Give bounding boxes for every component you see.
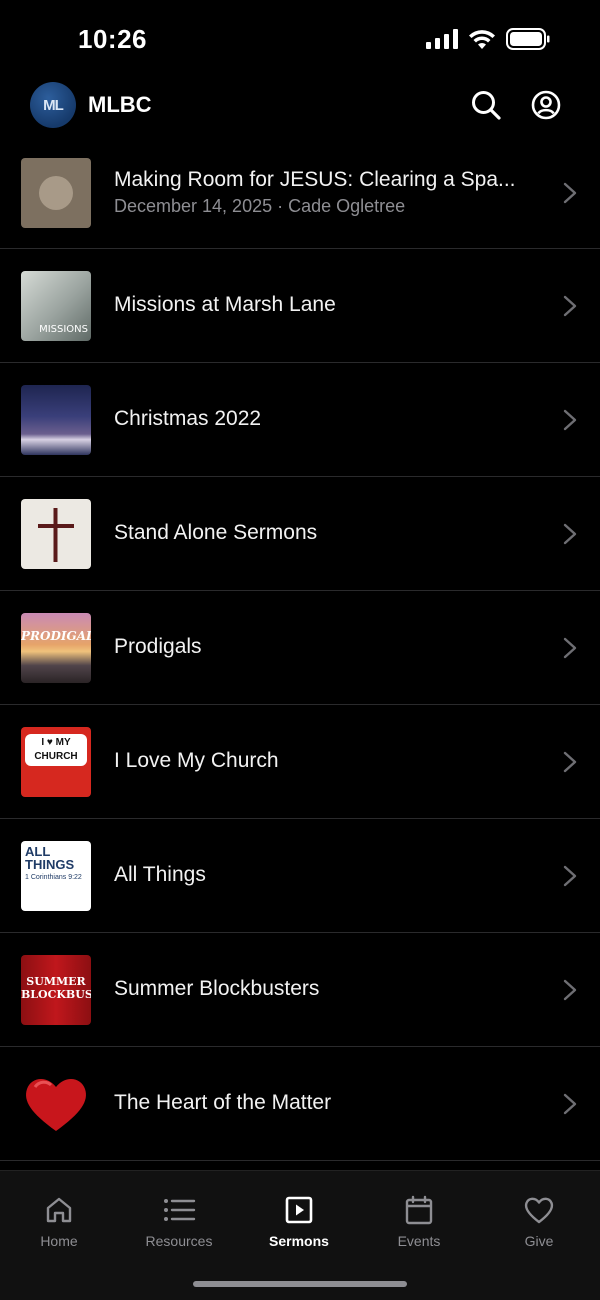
cellular-signal-icon	[426, 29, 458, 49]
chevron-right-icon	[563, 979, 577, 1001]
sermon-thumbnail	[21, 158, 91, 228]
list-item[interactable]: The Heart of the Matter	[0, 1047, 600, 1161]
home-indicator[interactable]	[193, 1281, 407, 1287]
list-icon	[164, 1199, 196, 1221]
list-item[interactable]: Stand Alone Sermons	[0, 477, 600, 591]
account-icon	[531, 90, 561, 120]
chevron-right-icon	[563, 751, 577, 773]
status-bar: 10:26	[0, 0, 600, 80]
chevron-right-icon	[563, 865, 577, 887]
search-icon	[472, 91, 501, 120]
series-thumbnail: PRODIGAL	[21, 613, 91, 683]
battery-icon	[506, 28, 550, 50]
list-item[interactable]: ALL THINGS 1 Corinthians 9:22 All Things	[0, 819, 600, 933]
series-thumbnail: I ♥ MY CHURCH	[21, 727, 91, 797]
heart-artwork-icon	[26, 1078, 86, 1131]
status-icons	[426, 28, 550, 50]
list-item-title: Prodigals	[114, 635, 202, 658]
series-thumbnail	[21, 1069, 91, 1139]
app-header: ML MLBC	[0, 80, 600, 132]
status-time: 10:26	[78, 24, 147, 54]
calendar-icon	[405, 1195, 433, 1225]
heart-icon	[524, 1197, 554, 1224]
home-icon	[46, 1197, 72, 1223]
list-item-title: Making Room for JESUS: Clearing a Spa...	[114, 168, 516, 191]
chevron-right-icon	[563, 295, 577, 317]
tab-sermons[interactable]: Sermons	[244, 1195, 354, 1249]
church-logo: ML	[30, 82, 76, 128]
list-item[interactable]: PRODIGAL Prodigals	[0, 591, 600, 705]
list-item-title: Missions at Marsh Lane	[114, 293, 336, 316]
series-thumbnail: ALL THINGS 1 Corinthians 9:22	[21, 841, 91, 911]
account-button[interactable]	[530, 89, 562, 121]
series-thumbnail: MISSIONS	[21, 271, 91, 341]
series-thumbnail	[21, 385, 91, 455]
sermon-series-list: Making Room for JESUS: Clearing a Spa...…	[0, 136, 600, 1161]
wifi-icon	[469, 30, 495, 49]
chevron-right-icon	[563, 1093, 577, 1115]
chevron-right-icon	[563, 523, 577, 545]
tab-resources[interactable]: Resources	[124, 1195, 234, 1249]
app-title: MLBC	[88, 92, 152, 117]
series-thumbnail: SUMMER BLOCKBUSTERS	[21, 955, 91, 1025]
list-item[interactable]: I ♥ MY CHURCH I Love My Church	[0, 705, 600, 819]
chevron-right-icon	[563, 637, 577, 659]
list-item[interactable]: MISSIONS Missions at Marsh Lane	[0, 249, 600, 363]
list-item-title: Summer Blockbusters	[114, 977, 320, 1000]
list-item-title: All Things	[114, 863, 206, 886]
list-item[interactable]: Making Room for JESUS: Clearing a Spa...…	[0, 136, 600, 249]
list-item-title: I Love My Church	[114, 749, 279, 772]
series-thumbnail	[21, 499, 91, 569]
search-button[interactable]	[470, 89, 502, 121]
play-icon	[285, 1196, 313, 1224]
list-item-title: Christmas 2022	[114, 407, 262, 430]
tab-home[interactable]: Home	[4, 1195, 114, 1249]
list-item[interactable]: Christmas 2022	[0, 363, 600, 477]
list-item-title: Stand Alone Sermons	[114, 521, 318, 544]
tab-events[interactable]: Events	[364, 1195, 474, 1249]
chevron-right-icon	[563, 409, 577, 431]
list-item-subtitle: December 14, 2025 · Cade Ogletree	[114, 196, 406, 216]
tab-give[interactable]: Give	[484, 1195, 594, 1249]
list-item[interactable]: SUMMER BLOCKBUSTERS Summer Blockbusters	[0, 933, 600, 1047]
cross-icon	[38, 508, 74, 562]
chevron-right-icon	[563, 182, 577, 204]
list-item-title: The Heart of the Matter	[114, 1091, 332, 1114]
